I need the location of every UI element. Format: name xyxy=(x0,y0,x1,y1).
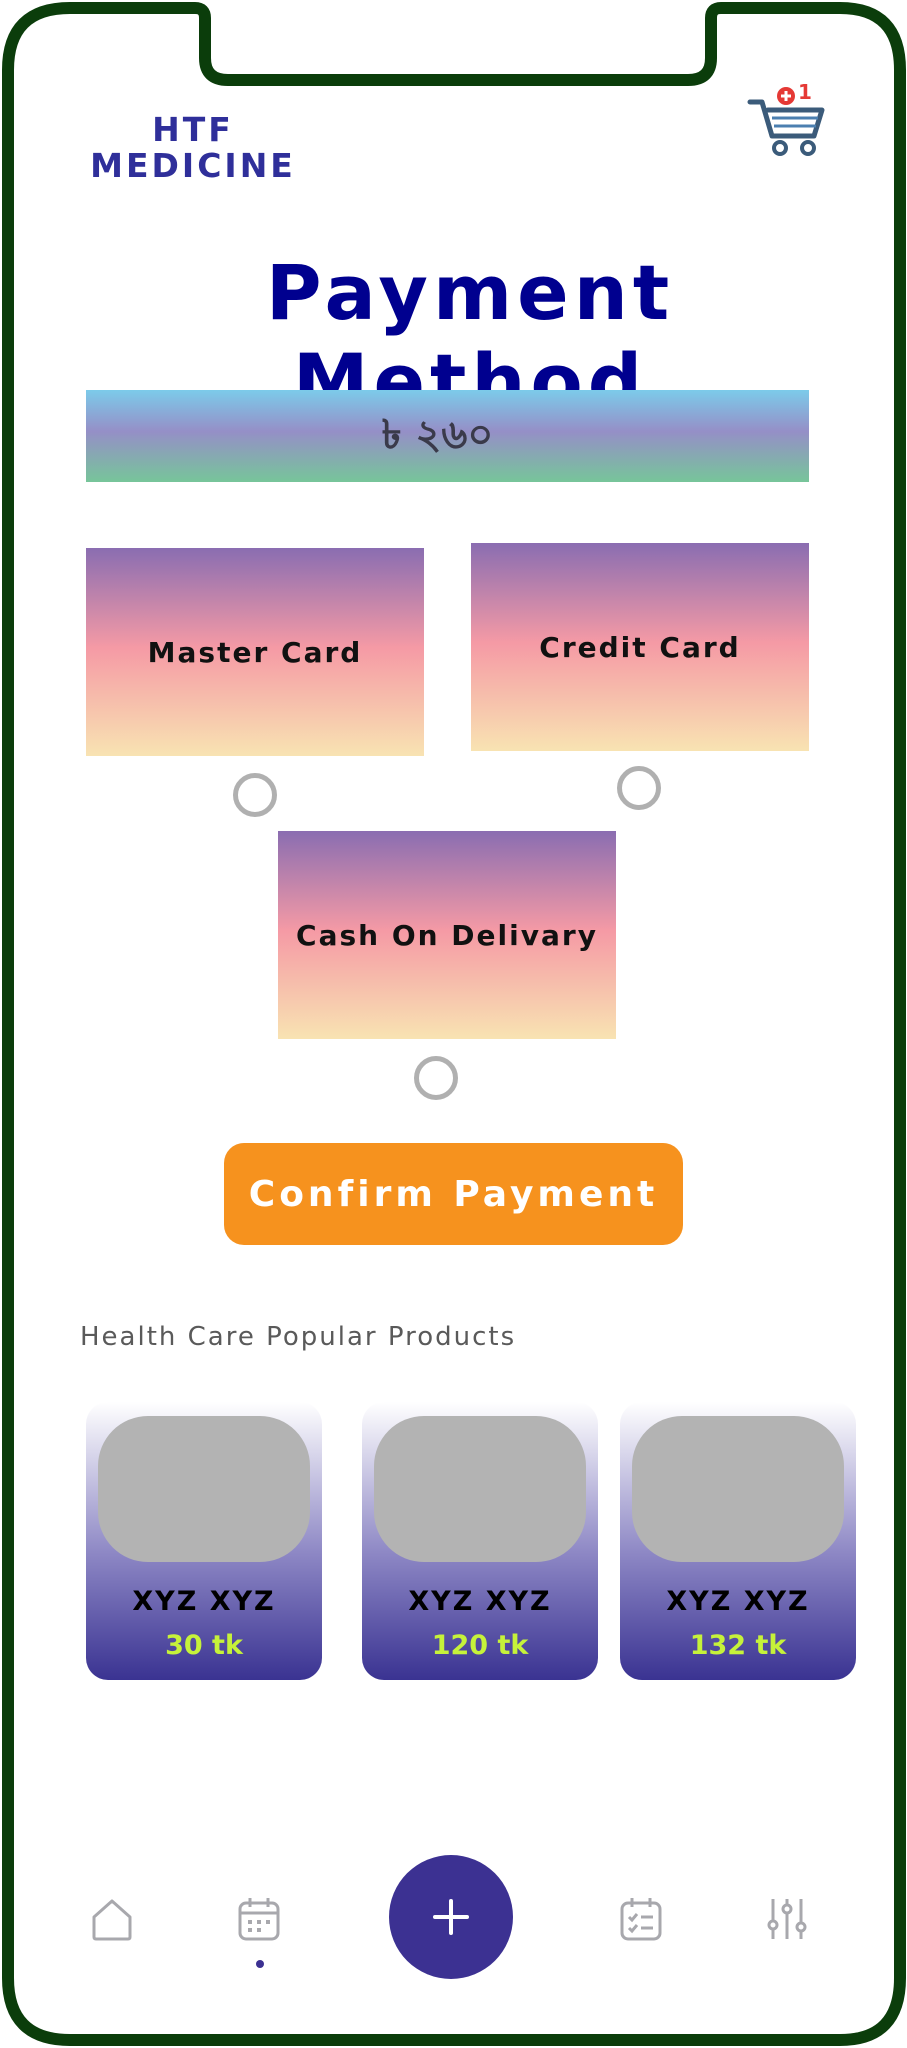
add-button[interactable] xyxy=(389,1855,513,1979)
brand-line2: MEDICINE xyxy=(90,146,296,185)
brand-line1: HTF xyxy=(152,110,234,149)
filter-sliders-icon xyxy=(767,1899,807,1939)
product-price: 30 tk xyxy=(165,1630,243,1661)
product-image-placeholder xyxy=(374,1416,586,1562)
active-nav-indicator xyxy=(256,1960,264,1968)
payment-option-credit-card[interactable]: Credit Card xyxy=(471,543,809,751)
amount-banner: ৳ ২৬০ xyxy=(86,390,809,482)
product-image-placeholder xyxy=(98,1416,310,1562)
nav-home[interactable] xyxy=(88,1895,136,1943)
confirm-payment-button[interactable]: Confirm Payment xyxy=(224,1143,683,1245)
radio-master-card[interactable] xyxy=(233,773,277,817)
home-icon xyxy=(92,1899,132,1941)
add-icon xyxy=(433,1899,469,1935)
nav-calendar[interactable] xyxy=(235,1895,283,1943)
product-price: 132 tk xyxy=(689,1630,787,1661)
payment-option-label: Master Card xyxy=(147,635,363,669)
product-name: XYZ XYZ xyxy=(132,1586,276,1617)
product-name: XYZ XYZ xyxy=(408,1586,552,1617)
product-card[interactable]: XYZ XYZ 30 tk xyxy=(86,1402,322,1680)
payment-option-label: Cash On Delivary xyxy=(296,918,598,952)
calendar-icon xyxy=(238,1898,280,1941)
payment-option-label: Credit Card xyxy=(539,630,741,664)
product-price: 120 tk xyxy=(431,1630,529,1661)
section-heading: Health Care Popular Products xyxy=(80,1322,517,1352)
brand-logo: HTF MEDICINE xyxy=(78,112,308,184)
payment-option-master-card[interactable]: Master Card xyxy=(86,548,424,756)
nav-filters[interactable] xyxy=(763,1895,811,1943)
product-name: XYZ XYZ xyxy=(666,1586,810,1617)
product-card[interactable]: XYZ XYZ 120 tk xyxy=(362,1402,598,1680)
amount-value: ৳ ২৬০ xyxy=(381,411,494,458)
nav-checklist[interactable] xyxy=(617,1895,665,1943)
product-image-placeholder xyxy=(632,1416,844,1562)
product-card[interactable]: XYZ XYZ 132 tk xyxy=(620,1402,856,1680)
shopping-cart-icon xyxy=(747,87,825,156)
payment-option-cash-on-delivery[interactable]: Cash On Delivary xyxy=(278,831,616,1039)
checklist-icon xyxy=(620,1898,662,1941)
radio-credit-card[interactable] xyxy=(617,766,661,810)
cart-badge-count: 1 xyxy=(798,80,812,104)
shopping-cart-button[interactable]: 1 xyxy=(746,80,826,160)
radio-cash-on-delivery[interactable] xyxy=(414,1056,458,1100)
